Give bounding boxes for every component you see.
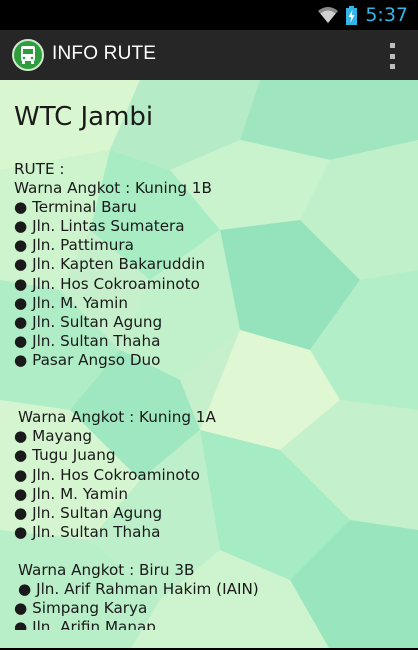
overflow-menu-icon[interactable] [388, 43, 396, 69]
route-text: RUTE : Warna Angkot : Kuning 1B ● Termin… [14, 160, 259, 630]
action-bar: INFO RUTE [0, 30, 418, 80]
clock: 5:37 [365, 4, 408, 26]
route-stop: ● Jln. Arifin Manap [14, 618, 156, 630]
route-stop: ● Jln. Lintas Sumatera [14, 217, 185, 236]
battery-charging-icon [346, 5, 358, 25]
route-stop: ● Jln. Sultan Thaha [14, 331, 161, 350]
route-stop: ● Simpang Karya [14, 599, 148, 618]
route-heading: Warna Angkot : Biru 3B [18, 560, 195, 579]
action-bar-title: INFO RUTE [52, 43, 157, 64]
route-stop: ● Pasar Angso Duo [14, 350, 161, 369]
route-stop: ● Jln. Kapten Bakaruddin [14, 255, 206, 274]
route-stop: ● Jln. Sultan Agung [14, 312, 163, 331]
route-stop: ● Mayang [14, 427, 93, 446]
bus-icon[interactable] [12, 39, 44, 71]
route-stop: ● Jln. M. Yamin [14, 293, 128, 312]
route-stop: ● Jln. Sultan Thaha [14, 522, 161, 541]
route-info-content[interactable]: WTC Jambi RUTE : Warna Angkot : Kuning 1… [0, 80, 418, 650]
route-stop: ● Jln. Pattimura [14, 236, 134, 255]
route-heading: Warna Angkot : Kuning 1B [14, 179, 212, 198]
route-stop: ● Tugu Juang [14, 446, 116, 465]
status-bar: 5:37 [0, 0, 418, 30]
route-stop: ● Jln. M. Yamin [14, 484, 128, 503]
route-stop: ● Jln. Hos Cokroaminoto [14, 274, 200, 293]
page-title: WTC Jambi [14, 102, 154, 132]
route-stop: ● Jln. Sultan Agung [14, 503, 163, 522]
route-stop: ● Jln. Hos Cokroaminoto [14, 465, 200, 484]
route-stop: ● Jln. Arif Rahman Hakim (IAIN) [18, 580, 259, 599]
wifi-icon [318, 7, 339, 23]
route-stop: ● Terminal Baru [14, 198, 137, 217]
route-heading: Warna Angkot : Kuning 1A [18, 408, 216, 427]
rute-label: RUTE : [14, 160, 65, 178]
